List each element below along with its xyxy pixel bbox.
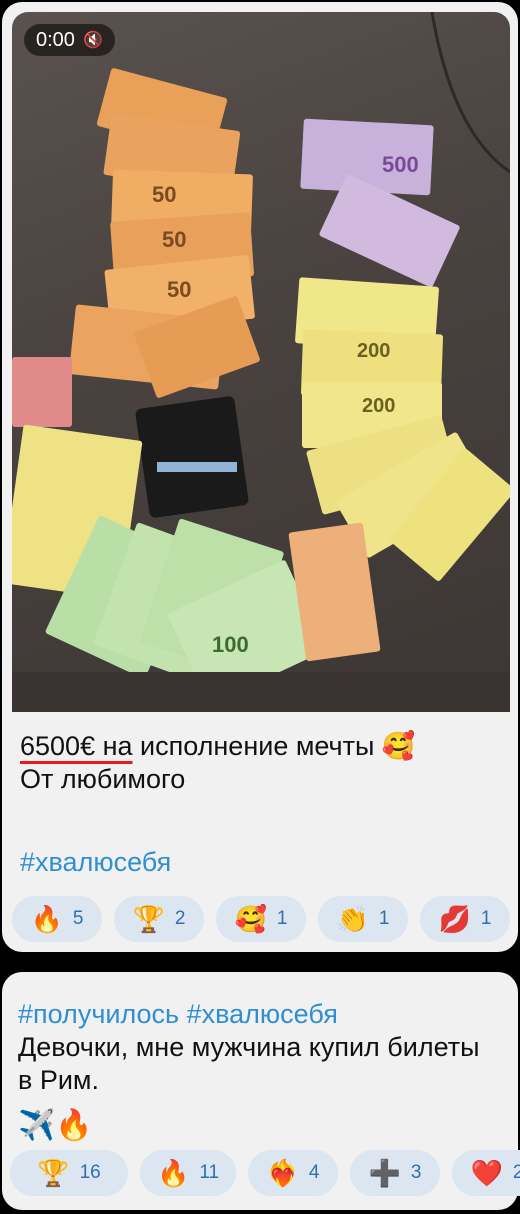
- kiss-icon: 💋: [438, 903, 471, 934]
- reaction-kiss[interactable]: 💋 1: [420, 896, 510, 942]
- svg-text:50: 50: [152, 182, 176, 207]
- five-hundred-euro-notes: 500: [300, 118, 460, 288]
- hashtag-link[interactable]: #хвалюсебя: [20, 847, 171, 878]
- svg-text:200: 200: [362, 395, 395, 417]
- fifty-euro-notes: 50 50 50: [69, 68, 260, 398]
- trophy-icon: 🏆: [37, 1157, 70, 1188]
- reaction-smiling-hearts[interactable]: 🥰 1: [216, 896, 306, 942]
- clap-icon: 👏: [336, 903, 369, 934]
- heart-on-fire-icon: ❤️‍🔥: [266, 1157, 299, 1188]
- svg-text:50: 50: [162, 227, 186, 252]
- message-body: Девочки, мне мужчина купил билеты в Рим.: [18, 1032, 480, 1095]
- trophy-icon: 🏆: [132, 903, 165, 934]
- message-card-1: 50 50 50 500 200 200 100 0:00 🔇 6500€ на…: [2, 2, 518, 952]
- reaction-count: 1: [276, 908, 288, 929]
- svg-text:200: 200: [357, 340, 390, 362]
- reaction-count: 2: [174, 908, 186, 929]
- reaction-heart[interactable]: ❤️ 2: [452, 1150, 520, 1196]
- message-text-2: #получилось #хвалюсебя Девочки, мне мужч…: [18, 998, 498, 1097]
- reaction-count: 16: [79, 1162, 101, 1183]
- video-preview[interactable]: 50 50 50 500 200 200 100 0:00 🔇: [12, 12, 510, 712]
- reaction-count: 4: [308, 1162, 320, 1183]
- reaction-count: 11: [199, 1162, 220, 1183]
- reactions-row: 🔥 5 🏆 2 🥰 1 👏 1 💋 1: [12, 896, 510, 942]
- reaction-plus[interactable]: ➕ 3: [350, 1150, 440, 1196]
- svg-text:100: 100: [212, 632, 249, 657]
- fire-icon: 🔥: [156, 1157, 190, 1188]
- reactions-row-2: 🏆 16 🔥 11 ❤️‍🔥 4 ➕ 3 ❤️ 2: [10, 1150, 520, 1196]
- hashtag-links[interactable]: #получилось #хвалюсебя: [18, 999, 338, 1029]
- message-text: 6500€ на исполнение мечты 🥰 От любимого: [20, 730, 500, 796]
- caption-rest: исполнение мечты 🥰: [132, 731, 416, 761]
- reaction-count: 3: [410, 1162, 422, 1183]
- airplane-fire-icons: ✈️🔥: [18, 1109, 93, 1142]
- video-time: 0:00: [36, 28, 75, 51]
- caption-line-2: От любимого: [20, 764, 186, 794]
- reaction-count: 1: [480, 908, 492, 929]
- banknotes-image: 50 50 50 500 200 200 100: [12, 12, 510, 712]
- reaction-trophy[interactable]: 🏆 2: [114, 896, 204, 942]
- reaction-trophy[interactable]: 🏆 16: [10, 1150, 128, 1196]
- reaction-fire[interactable]: 🔥 11: [140, 1150, 236, 1196]
- smiling-hearts-icon: 🥰: [234, 903, 267, 934]
- reaction-clap[interactable]: 👏 1: [318, 896, 408, 942]
- red-heart-icon: ❤️: [470, 1157, 503, 1188]
- reaction-fire[interactable]: 🔥 5: [12, 896, 102, 942]
- video-time-badge[interactable]: 0:00 🔇: [24, 24, 115, 56]
- amount-text: 6500€ на: [20, 731, 133, 761]
- reaction-count: 5: [72, 908, 84, 929]
- fire-icon: 🔥: [30, 903, 63, 934]
- svg-text:500: 500: [382, 152, 419, 177]
- svg-text:50: 50: [167, 277, 191, 302]
- reaction-count: 2: [512, 1162, 520, 1183]
- reaction-count: 1: [378, 908, 390, 929]
- reaction-heart-on-fire[interactable]: ❤️‍🔥 4: [248, 1150, 338, 1196]
- speaker-muted-icon[interactable]: 🔇: [83, 30, 103, 50]
- plus-icon: ➕: [368, 1157, 401, 1188]
